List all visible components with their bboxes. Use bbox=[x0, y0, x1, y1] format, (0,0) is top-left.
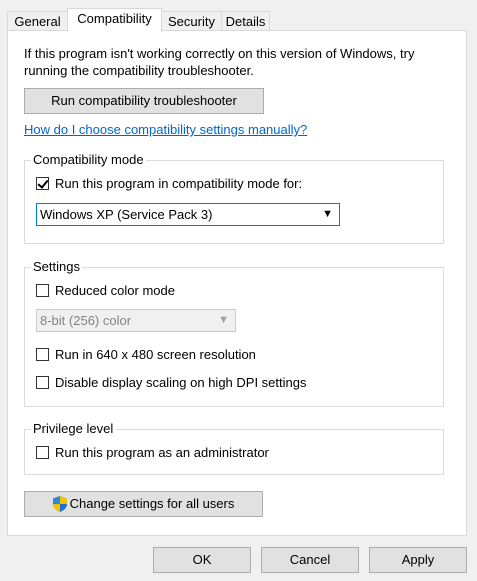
os-select-value: Windows XP (Service Pack 3) bbox=[40, 207, 213, 222]
reduced-color-row[interactable]: Reduced color mode bbox=[36, 283, 175, 298]
compat-mode-row[interactable]: Run this program in compatibility mode f… bbox=[36, 176, 302, 191]
tab-security[interactable]: Security bbox=[161, 11, 222, 31]
tab-details[interactable]: Details bbox=[221, 11, 270, 31]
dpi-label: Disable display scaling on high DPI sett… bbox=[55, 375, 307, 390]
intro-text: If this program isn't working correctly … bbox=[24, 46, 415, 78]
color-depth-value: 8-bit (256) color bbox=[40, 313, 132, 328]
privilege-title: Privilege level bbox=[31, 421, 116, 436]
admin-label: Run this program as an administrator bbox=[55, 445, 269, 460]
tab-general[interactable]: General bbox=[7, 11, 68, 31]
admin-row[interactable]: Run this program as an administrator bbox=[36, 445, 269, 460]
res-640-row[interactable]: Run in 640 x 480 screen resolution bbox=[36, 347, 256, 362]
compat-mode-label: Run this program in compatibility mode f… bbox=[55, 176, 303, 191]
reduced-color-label: Reduced color mode bbox=[55, 283, 175, 298]
res-640-label: Run in 640 x 480 screen resolution bbox=[55, 347, 256, 362]
dpi-checkbox[interactable] bbox=[36, 376, 49, 389]
ok-button[interactable]: OK bbox=[153, 547, 251, 573]
compatibility-mode-group bbox=[24, 160, 444, 244]
uac-shield-icon bbox=[52, 495, 67, 512]
dpi-row[interactable]: Disable display scaling on high DPI sett… bbox=[36, 375, 306, 390]
apply-button[interactable]: Apply bbox=[369, 547, 467, 573]
res-640-checkbox[interactable] bbox=[36, 348, 49, 361]
chevron-down-icon: ▼ bbox=[218, 314, 229, 326]
chevron-down-icon: ▼ bbox=[322, 208, 333, 220]
change-all-users-label: Change settings for all users bbox=[69, 496, 235, 511]
change-all-users-button[interactable]: Change settings for all users bbox=[24, 491, 263, 517]
os-select[interactable]: Windows XP (Service Pack 3) ▼ bbox=[36, 203, 340, 226]
admin-checkbox[interactable] bbox=[36, 446, 49, 459]
help-link[interactable]: How do I choose compatibility settings m… bbox=[24, 122, 307, 137]
compatibility-mode-title: Compatibility mode bbox=[31, 152, 146, 167]
reduced-color-checkbox[interactable] bbox=[36, 284, 49, 297]
compat-mode-checkbox[interactable] bbox=[36, 177, 49, 190]
color-depth-select[interactable]: 8-bit (256) color ▼ bbox=[36, 309, 236, 332]
settings-title: Settings bbox=[31, 259, 82, 274]
run-troubleshooter-button[interactable]: Run compatibility troubleshooter bbox=[24, 88, 264, 114]
properties-dialog: General Compatibility Security Details I… bbox=[0, 0, 477, 581]
cancel-button[interactable]: Cancel bbox=[261, 547, 359, 573]
tab-compatibility[interactable]: Compatibility bbox=[67, 8, 162, 32]
